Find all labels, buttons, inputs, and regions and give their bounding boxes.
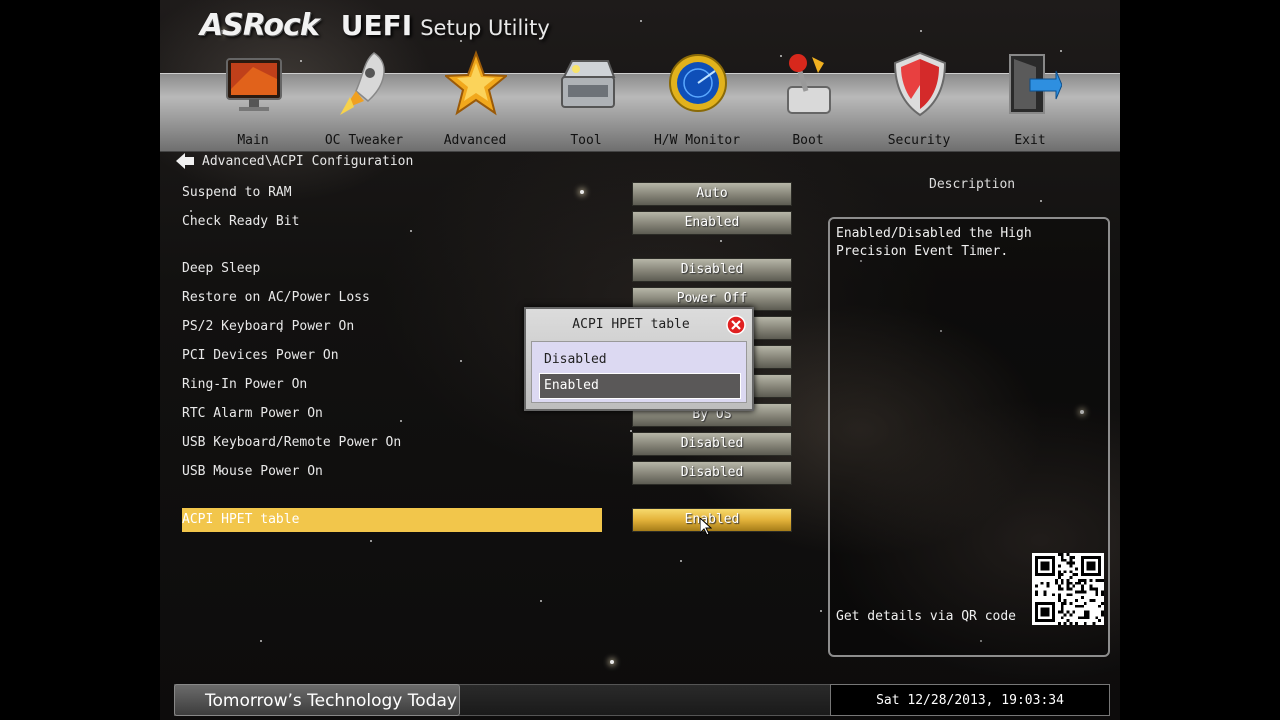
setup-utility-title: Setup Utility bbox=[420, 16, 550, 40]
joystick-icon bbox=[787, 54, 831, 114]
setting-label: USB Keyboard/Remote Power On bbox=[182, 435, 402, 450]
brand-header: ASRock UEFI Setup Utility bbox=[200, 8, 550, 44]
description-text: Enabled/Disabled the High Precision Even… bbox=[836, 226, 1032, 259]
popup-title: ACPI HPET table bbox=[572, 317, 690, 332]
footer-datetime: Sat 12/28/2013, 19:03:34 bbox=[876, 693, 1064, 708]
footer-clock-box: Sat 12/28/2013, 19:03:34 bbox=[830, 684, 1110, 716]
setting-value-button[interactable]: Disabled bbox=[632, 432, 792, 456]
nav-hw-monitor[interactable]: H/W Monitor bbox=[647, 49, 747, 149]
setting-label: Ring-In Power On bbox=[182, 377, 308, 392]
setting-usb-keyboard-remote-power-on[interactable]: USB Keyboard/Remote Power On Disabled bbox=[182, 432, 792, 456]
nav-label-advanced: Advanced bbox=[443, 133, 507, 148]
setting-value-button[interactable]: Enabled bbox=[632, 211, 792, 235]
setting-usb-mouse-power-on[interactable]: USB Mouse Power On Disabled bbox=[182, 461, 792, 485]
nav-exit[interactable]: Exit bbox=[980, 49, 1080, 149]
setting-value-button[interactable]: Auto bbox=[632, 182, 792, 206]
setting-value-button[interactable]: Disabled bbox=[632, 461, 792, 485]
nav-label-security: Security bbox=[887, 133, 951, 148]
star-dot bbox=[720, 240, 722, 242]
nav-main[interactable]: Main bbox=[203, 49, 303, 149]
star-dot bbox=[610, 660, 614, 664]
asrock-logo: ASRock bbox=[200, 8, 320, 43]
star-icon bbox=[445, 50, 507, 116]
toolbox-icon bbox=[561, 60, 616, 108]
popup-option-enabled[interactable]: Enabled bbox=[539, 373, 741, 399]
nav-security[interactable]: Security bbox=[869, 49, 969, 149]
bios-screen: ASRock UEFI Setup Utility Main OC Tweake… bbox=[160, 0, 1120, 720]
setting-value-button[interactable]: Disabled bbox=[632, 258, 792, 282]
mouse-cursor-icon bbox=[700, 518, 712, 536]
description-title: Description bbox=[929, 177, 1016, 192]
setting-label: RTC Alarm Power On bbox=[182, 406, 323, 421]
option-popup: ACPI HPET table Disabled Enabled bbox=[524, 307, 754, 411]
setting-label: PS/2 Keyboard Power On bbox=[182, 319, 355, 334]
star-dot bbox=[1040, 200, 1042, 202]
monitor-icon bbox=[226, 58, 282, 111]
nav-label-hw-monitor: H/W Monitor bbox=[653, 133, 741, 148]
description-panel: Enabled/Disabled the High Precision Even… bbox=[828, 217, 1110, 657]
star-dot bbox=[260, 640, 262, 642]
breadcrumb: Advanced\ACPI Configuration bbox=[176, 152, 413, 170]
nav-label-main: Main bbox=[237, 133, 269, 148]
nav-label-exit: Exit bbox=[1014, 133, 1046, 148]
setting-label: Suspend to RAM bbox=[182, 185, 292, 200]
rocket-icon bbox=[340, 52, 385, 115]
nav-boot[interactable]: Boot bbox=[758, 49, 858, 149]
setting-check-ready-bit[interactable]: Check Ready Bit Enabled bbox=[182, 211, 792, 235]
popup-option-list: Disabled Enabled bbox=[531, 341, 747, 403]
setting-label: PCI Devices Power On bbox=[182, 348, 339, 363]
star-dot bbox=[640, 20, 642, 22]
star-dot bbox=[370, 540, 372, 542]
nav-advanced[interactable]: Advanced bbox=[425, 49, 525, 149]
setting-label: Restore on AC/Power Loss bbox=[182, 290, 370, 305]
back-arrow-icon[interactable] bbox=[176, 153, 194, 169]
star-dot bbox=[540, 600, 542, 602]
breadcrumb-path: Advanced\ACPI Configuration bbox=[202, 153, 414, 169]
setting-label: Check Ready Bit bbox=[182, 214, 300, 229]
setting-deep-sleep[interactable]: Deep Sleep Disabled bbox=[182, 258, 792, 282]
star-dot bbox=[820, 610, 822, 612]
footer-slogan: Tomorrow’s Technology Today bbox=[205, 691, 457, 711]
close-icon[interactable] bbox=[726, 315, 746, 335]
setting-suspend-to-ram[interactable]: Suspend to RAM Auto bbox=[182, 182, 792, 206]
nav-oc-tweaker[interactable]: OC Tweaker bbox=[314, 49, 414, 149]
popup-option-disabled[interactable]: Disabled bbox=[540, 348, 740, 372]
nav-label-boot: Boot bbox=[792, 133, 824, 148]
radar-icon bbox=[669, 54, 727, 112]
setting-label: Deep Sleep bbox=[182, 261, 261, 276]
main-nav-bar: Main OC Tweaker Advanced Tool H/W Monito… bbox=[160, 50, 1120, 152]
qr-code-icon bbox=[1032, 553, 1104, 625]
qr-caption: Get details via QR code bbox=[836, 609, 1017, 624]
exit-door-icon bbox=[1009, 54, 1062, 114]
shield-icon bbox=[893, 51, 947, 117]
star-dot bbox=[680, 560, 682, 562]
nav-tool[interactable]: Tool bbox=[536, 49, 636, 149]
nav-label-tool: Tool bbox=[570, 133, 602, 148]
setting-value-button[interactable]: Enabled bbox=[632, 508, 792, 532]
uefi-title: UEFI bbox=[340, 9, 413, 42]
setting-label: ACPI HPET table bbox=[182, 508, 602, 532]
footer-slogan-box: Tomorrow’s Technology Today bbox=[174, 684, 460, 716]
setting-label: USB Mouse Power On bbox=[182, 464, 323, 479]
nav-label-oc-tweaker: OC Tweaker bbox=[324, 133, 404, 148]
star-dot bbox=[920, 30, 922, 32]
